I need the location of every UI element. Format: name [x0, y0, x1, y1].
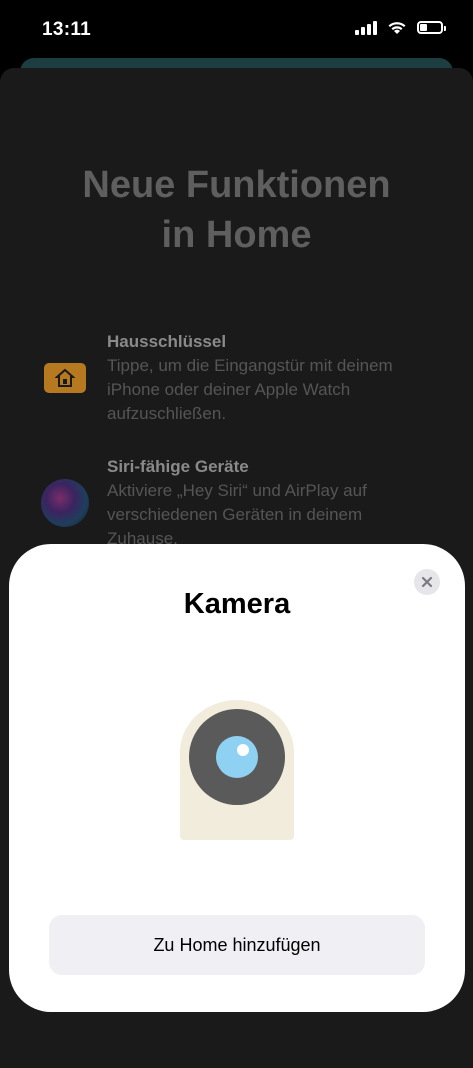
wifi-icon: [388, 22, 406, 34]
whats-new-title: Neue Funktionen in Home: [82, 164, 391, 256]
status-bar: 13:11: [0, 0, 473, 58]
feature-description: Tippe, um die Eingangstür mit deinem iPh…: [107, 356, 393, 423]
siri-icon: [41, 479, 89, 527]
feature-title: Siri-fähige Geräte: [107, 457, 249, 476]
house-key-icon: [44, 363, 86, 393]
feature-title: Hausschlüssel: [107, 332, 227, 351]
feature-description: Aktiviere „Hey Siri“ und AirPlay auf ver…: [107, 481, 367, 548]
cellular-icon: [355, 20, 377, 35]
add-to-home-button[interactable]: Zu Home hinzufügen: [49, 915, 425, 975]
camera-icon: [180, 700, 294, 840]
status-time: 13:11: [42, 19, 92, 40]
accessory-card: Kamera Zu Home hinzufügen: [9, 544, 465, 1012]
close-icon: [421, 576, 433, 588]
battery-icon: [417, 21, 446, 34]
card-title: Kamera: [183, 588, 291, 620]
status-icons: [355, 20, 446, 35]
